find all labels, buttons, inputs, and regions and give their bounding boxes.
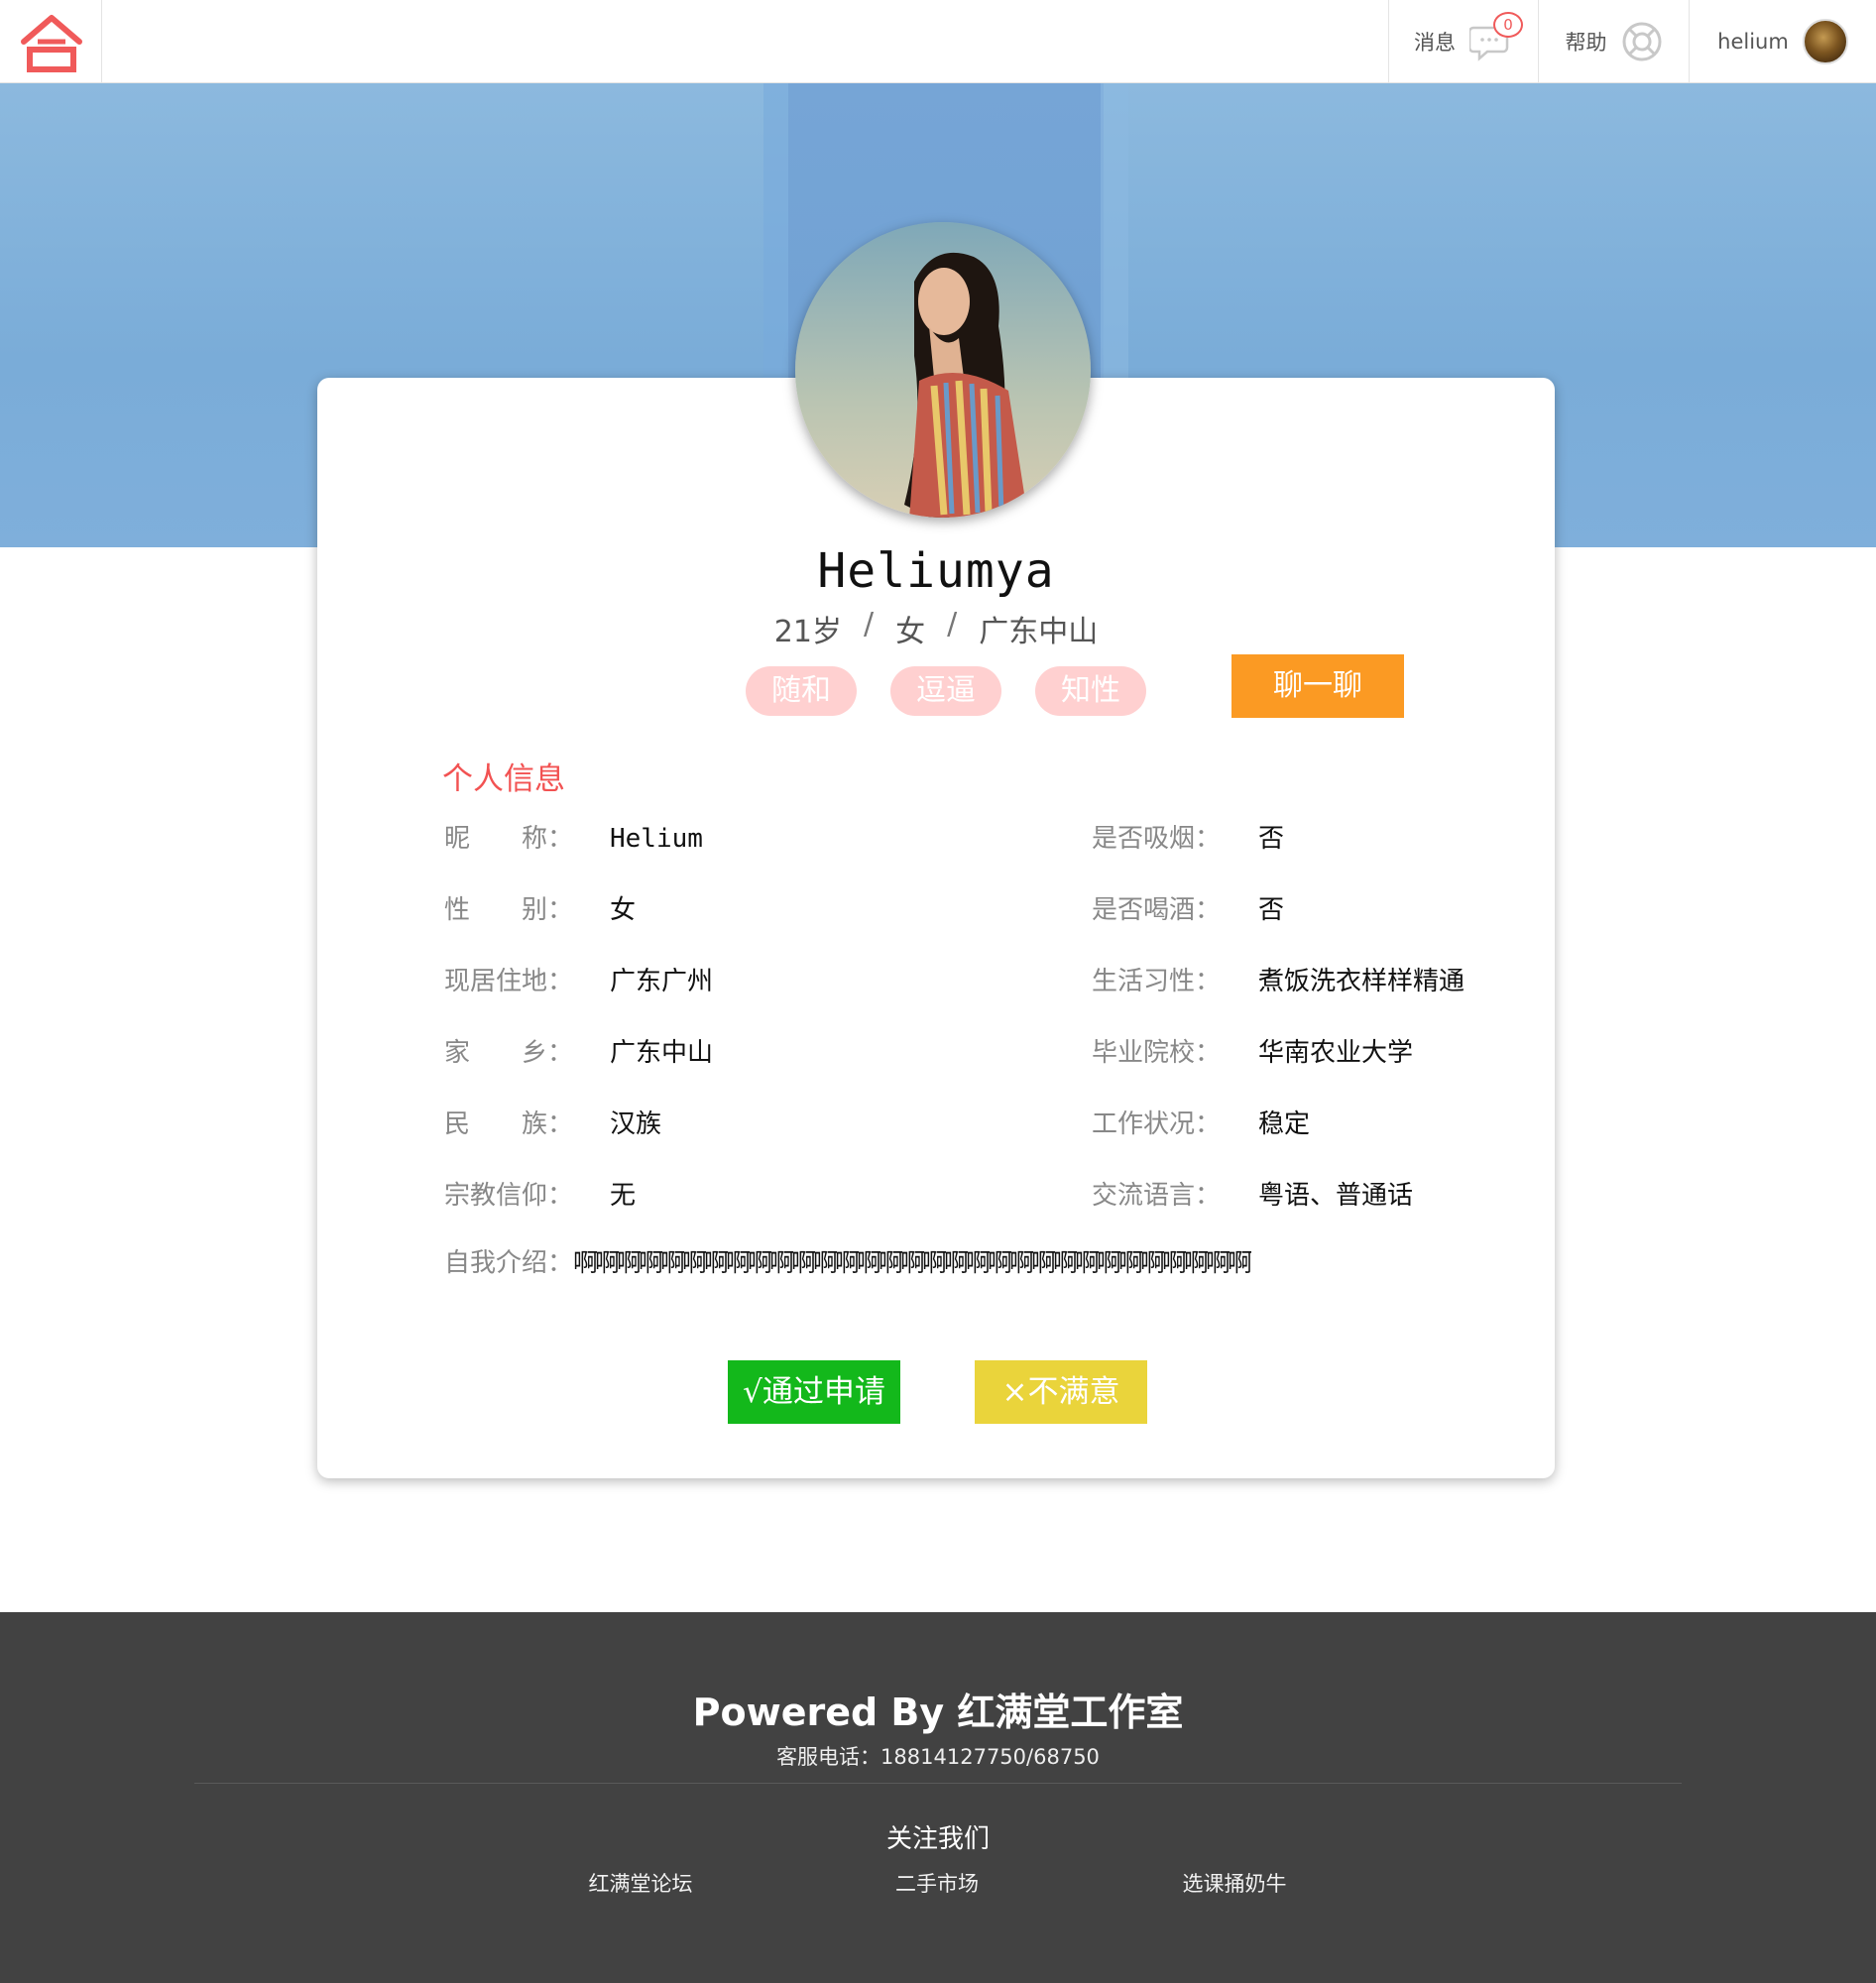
separator: / bbox=[863, 607, 875, 642]
info-row-language: 交流语言： 粤语、普通话 bbox=[1092, 1176, 1528, 1216]
info-row-religion: 宗教信仰： 无 bbox=[444, 1176, 999, 1216]
info-row-lifestyle: 生活习性： 煮饭洗衣样样精通 bbox=[1092, 962, 1528, 1001]
info-value: 华南农业大学 bbox=[1258, 1038, 1414, 1068]
info-value: 否 bbox=[1258, 824, 1285, 854]
profile-name: Heliumya bbox=[817, 543, 1055, 599]
footer-link-course[interactable]: 选课捅奶牛 bbox=[1135, 1868, 1334, 1898]
messages-label: 消息 bbox=[1414, 31, 1456, 55]
intro-value: 啊啊啊啊啊啊啊啊啊啊啊啊啊啊啊啊啊啊啊啊啊啊啊啊啊啊啊啊啊啊啊 bbox=[573, 1248, 1252, 1277]
info-row-ethnicity: 民 族： 汉族 bbox=[444, 1105, 999, 1144]
help-label: 帮助 bbox=[1565, 31, 1607, 55]
messages-nav-item[interactable]: 消息 0 bbox=[1388, 0, 1538, 83]
profile-summary: 21岁 / 女 / 广东中山 bbox=[317, 607, 1555, 650]
message-count-badge: 0 bbox=[1493, 12, 1523, 38]
info-label: 昵 称： bbox=[444, 824, 574, 854]
username-label: helium bbox=[1717, 30, 1789, 54]
info-value: 稳定 bbox=[1258, 1109, 1311, 1139]
help-nav-item[interactable]: 帮助 bbox=[1538, 0, 1689, 83]
info-label: 宗教信仰： bbox=[444, 1181, 574, 1211]
personality-tags: 随和 逗逼 知性 bbox=[746, 666, 1146, 716]
personality-tag: 随和 bbox=[746, 666, 857, 716]
personality-tag: 逗逼 bbox=[890, 666, 1001, 716]
info-row-school: 毕业院校： 华南农业大学 bbox=[1092, 1033, 1528, 1073]
info-label: 交流语言： bbox=[1092, 1181, 1222, 1211]
info-row-gender: 性 别： 女 bbox=[444, 890, 999, 930]
profile-gender: 女 bbox=[895, 615, 926, 649]
info-label: 现居住地： bbox=[444, 967, 574, 996]
info-value: 广东广州 bbox=[610, 967, 714, 996]
user-avatar bbox=[1802, 19, 1848, 64]
top-navigation-bar: 消息 0 帮助 helium bbox=[0, 0, 1876, 83]
service-hotline: 客服电话：18814127750/68750 bbox=[776, 1745, 1100, 1769]
info-label: 生活习性： bbox=[1092, 967, 1222, 996]
info-value: 汉族 bbox=[610, 1109, 662, 1139]
info-value: 煮饭洗衣样样精通 bbox=[1258, 967, 1466, 996]
info-label: 性 别： bbox=[444, 895, 574, 925]
info-label: 毕业院校： bbox=[1092, 1038, 1222, 1068]
profile-age: 21岁 bbox=[773, 615, 842, 649]
home-logo-link[interactable] bbox=[0, 0, 102, 83]
info-row-work: 工作状况： 稳定 bbox=[1092, 1105, 1528, 1144]
chat-bubble-icon: 0 bbox=[1467, 12, 1523, 63]
section-title: 个人信息 bbox=[442, 761, 565, 797]
page-footer: Powered By 红满堂工作室 客服电话：18814127750/68750… bbox=[0, 1612, 1876, 1983]
info-label: 是否吸烟： bbox=[1092, 824, 1222, 854]
personality-tag: 知性 bbox=[1035, 666, 1146, 716]
intro-label: 自我介绍： bbox=[444, 1248, 574, 1278]
powered-by: Powered By 红满堂工作室 bbox=[692, 1691, 1184, 1734]
info-row-residence: 现居住地： 广东广州 bbox=[444, 962, 999, 1001]
footer-link-market[interactable]: 二手市场 bbox=[838, 1868, 1036, 1898]
info-value: Helium bbox=[610, 824, 703, 854]
info-row-hometown: 家 乡： 广东中山 bbox=[444, 1033, 999, 1073]
info-value: 无 bbox=[610, 1181, 637, 1211]
user-menu[interactable]: helium bbox=[1689, 0, 1876, 83]
separator: / bbox=[947, 607, 958, 642]
info-value: 广东中山 bbox=[610, 1038, 714, 1068]
chat-button[interactable]: 聊一聊 bbox=[1231, 654, 1404, 718]
footer-divider bbox=[194, 1783, 1682, 1784]
info-row-intro: 自我介绍：啊啊啊啊啊啊啊啊啊啊啊啊啊啊啊啊啊啊啊啊啊啊啊啊啊啊啊啊啊啊啊 bbox=[444, 1243, 1252, 1283]
house-logo-icon bbox=[21, 15, 82, 72]
footer-link-forum[interactable]: 红满堂论坛 bbox=[541, 1868, 740, 1898]
approve-button[interactable]: √通过申请 bbox=[728, 1360, 900, 1424]
info-value: 否 bbox=[1258, 895, 1285, 925]
reject-button[interactable]: ×不满意 bbox=[975, 1360, 1147, 1424]
info-label: 民 族： bbox=[444, 1109, 574, 1139]
info-label: 是否喝酒： bbox=[1092, 895, 1222, 925]
profile-avatar bbox=[795, 222, 1091, 518]
info-label: 工作状况： bbox=[1092, 1109, 1222, 1139]
lifebuoy-icon bbox=[1622, 22, 1661, 61]
profile-location: 广东中山 bbox=[979, 615, 1099, 649]
follow-us-heading: 关注我们 bbox=[885, 1824, 990, 1854]
info-value: 粤语、普通话 bbox=[1258, 1181, 1414, 1211]
info-label: 家 乡： bbox=[444, 1038, 574, 1068]
info-row-drinking: 是否喝酒： 否 bbox=[1092, 890, 1528, 930]
info-row-smoking: 是否吸烟： 否 bbox=[1092, 819, 1528, 859]
info-value: 女 bbox=[610, 895, 637, 925]
info-row-nickname: 昵 称： Helium bbox=[444, 819, 999, 859]
